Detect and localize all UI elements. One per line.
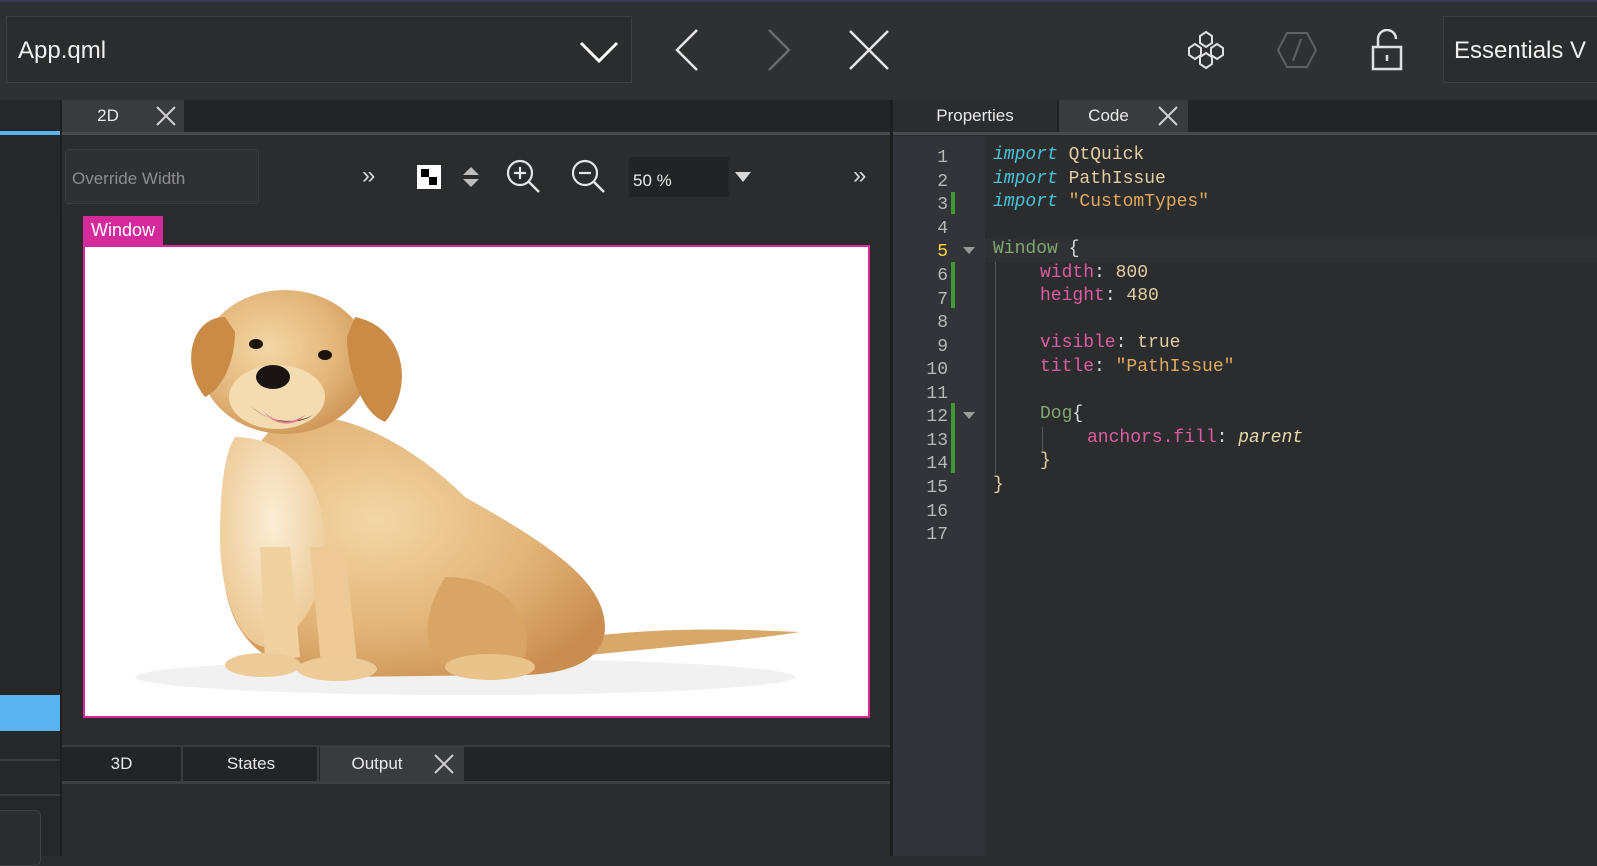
tab-states-label: States: [226, 754, 276, 773]
chevron-right-icon: [768, 29, 791, 71]
zoom-dropdown-icon[interactable]: [734, 171, 752, 183]
workspace-selector[interactable]: Essentials V: [1443, 16, 1597, 83]
tab-2d-label: 2D: [97, 106, 119, 125]
active-tab-indicator: [0, 131, 60, 135]
tab-3d[interactable]: 3D: [62, 747, 183, 781]
line-number: 16: [926, 502, 948, 522]
line-number: 6: [937, 266, 948, 286]
tab-underline: [62, 132, 890, 135]
sidebar-field[interactable]: [0, 810, 41, 866]
change-marker: [951, 262, 955, 308]
code-line: title: "PathIssue": [1040, 357, 1235, 377]
go-forward-button[interactable]: [754, 26, 802, 74]
go-back-button[interactable]: [664, 26, 712, 74]
code-line: }: [993, 475, 1004, 495]
window-preview[interactable]: [83, 245, 870, 718]
tab-underline: [893, 132, 1597, 135]
divider: [0, 759, 60, 761]
override-width-field[interactable]: [65, 149, 259, 204]
line-number: 8: [937, 313, 948, 333]
left-sidebar: [0, 100, 60, 866]
code-line: anchors.fill: parent: [1087, 428, 1304, 448]
zoom-level-select[interactable]: 50 %: [629, 157, 729, 197]
unlock-icon: [1371, 29, 1403, 71]
line-number: 14: [926, 454, 948, 474]
fold-toggle-icon[interactable]: [963, 412, 975, 419]
change-marker: [951, 192, 955, 214]
line-number: 12: [926, 407, 948, 427]
workspace-label: Essentials V: [1454, 37, 1587, 64]
window-item-tag[interactable]: Window: [83, 216, 163, 245]
line-number: 9: [937, 337, 948, 357]
tab-properties[interactable]: Properties: [893, 100, 1057, 132]
line-number: 1: [937, 148, 948, 168]
components-button[interactable]: [1182, 26, 1230, 74]
code-line: Window {: [993, 239, 1080, 259]
close-tab-code-icon[interactable]: [1157, 105, 1179, 127]
tab-3d-label: 3D: [110, 754, 133, 773]
output-panel: [62, 781, 890, 856]
code-line: import PathIssue: [993, 169, 1166, 189]
zoom-out-icon[interactable]: [570, 158, 606, 194]
lock-button[interactable]: [1363, 26, 1411, 74]
line-number: 10: [926, 360, 948, 380]
tab-states[interactable]: States: [185, 747, 319, 781]
code-view-button[interactable]: [1273, 26, 1321, 74]
components-icon: [1188, 30, 1224, 70]
more-tools-left-icon[interactable]: »: [362, 162, 375, 190]
line-number: 3: [937, 195, 948, 215]
close-document-button[interactable]: [845, 26, 893, 74]
line-number: 7: [937, 290, 948, 310]
window-tag-label: Window: [90, 220, 156, 240]
code-line: import QtQuick: [993, 145, 1145, 165]
line-number: 4: [937, 219, 948, 239]
code-line: }: [1040, 451, 1051, 471]
close-tab-output-icon[interactable]: [433, 753, 455, 775]
line-number: 13: [926, 431, 948, 451]
line-number: 11: [926, 384, 948, 404]
code-line: Dog{: [1040, 404, 1084, 424]
selected-item-highlight[interactable]: [0, 695, 60, 731]
indent-guide: [995, 262, 996, 474]
override-width-input[interactable]: [70, 164, 254, 194]
line-number: 2: [937, 172, 948, 192]
change-marker: [951, 403, 955, 473]
tab-code-label: Code: [1088, 106, 1129, 125]
more-tools-right-icon[interactable]: »: [853, 162, 866, 190]
code-line: import "CustomTypes": [993, 192, 1210, 212]
chevron-down-icon[interactable]: [579, 37, 619, 65]
code-hexagon-icon: [1276, 32, 1318, 68]
editor-tabbar: [62, 100, 890, 134]
sort-arrows-icon[interactable]: [461, 165, 481, 189]
dog-image: [135, 290, 800, 695]
background-color-icon[interactable]: [417, 165, 441, 189]
close-tab-2d-icon[interactable]: [155, 105, 177, 127]
zoom-level-value: 50 %: [633, 171, 672, 190]
close-icon: [849, 30, 889, 70]
tab-output-label: Output: [351, 754, 403, 773]
indent-guide: [1042, 427, 1043, 451]
line-number: 15: [926, 478, 948, 498]
chevron-left-icon: [675, 29, 698, 71]
code-line: height: 480: [1040, 286, 1159, 306]
tab-properties-label: Properties: [936, 106, 1014, 125]
line-number: 17: [926, 525, 948, 545]
line-number-current: 5: [937, 242, 948, 262]
fold-toggle-icon[interactable]: [963, 247, 975, 254]
code-line: visible: true: [1040, 333, 1181, 353]
divider: [0, 794, 60, 796]
zoom-in-icon[interactable]: [505, 158, 541, 194]
file-name: App.qml: [18, 37, 107, 64]
code-line: width: 800: [1040, 263, 1149, 283]
file-selector[interactable]: App.qml: [6, 16, 632, 83]
